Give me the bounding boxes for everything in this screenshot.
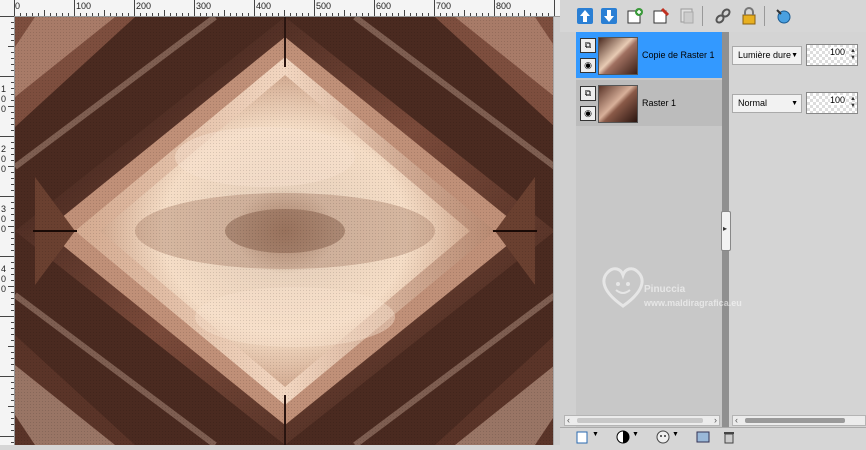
dropdown-arrow-icon[interactable]: ▼ — [592, 431, 599, 438]
ruler-label: 0 — [15, 1, 21, 11]
ruler-label: 100 — [76, 1, 92, 11]
scroll-thumb[interactable] — [577, 418, 703, 423]
ruler-label: 0 — [1, 164, 7, 174]
toolbar-separator — [702, 6, 703, 26]
lock-icon[interactable] — [740, 7, 758, 25]
layer-thumbnail — [598, 37, 638, 75]
layer-row-copie-de-raster-1[interactable]: ⧉ ◉ Copie de Raster 1 — [576, 32, 722, 78]
dropdown-arrow-icon: ▼ — [791, 100, 798, 107]
scroll-left-icon[interactable]: ‹ — [567, 415, 570, 425]
ruler-left: 1 0 0 2 0 0 3 0 0 4 0 0 — [0, 16, 15, 445]
layer-down-icon[interactable] — [600, 7, 618, 25]
opacity-value: 100 — [829, 47, 845, 57]
group-layer-icon[interactable] — [696, 430, 710, 444]
layers-toolbar — [560, 0, 866, 32]
trash-icon[interactable] — [722, 430, 736, 444]
blend-mode-value: Normal — [738, 98, 768, 108]
collapse-arrow-icon: ▸ — [723, 224, 728, 233]
layer-thumbnail — [598, 85, 638, 123]
ruler-label: 200 — [136, 1, 152, 11]
blend-mode-value: Lumière dure — [738, 50, 792, 60]
watermark: Pinuccia www.maldiragrafica.eu — [598, 262, 778, 322]
ruler-label: 500 — [316, 1, 332, 11]
layer-up-icon[interactable] — [576, 7, 594, 25]
ruler-label: 2 — [1, 144, 7, 154]
dropdown-arrow-icon[interactable]: ▼ — [672, 431, 679, 438]
ruler-top-ticks — [14, 0, 561, 16]
new-layer-icon[interactable] — [626, 7, 644, 25]
opacity-field-layer-2[interactable]: 100 ▲ ▼ — [806, 92, 858, 114]
layers-bottom-bar: ▼ ▼ ▼ — [560, 427, 866, 446]
ruler-label: 0 — [1, 214, 7, 224]
duplicate-layer-icon[interactable] — [678, 7, 696, 25]
ruler-label: 300 — [196, 1, 212, 11]
opacity-field-layer-1[interactable]: 100 ▲ ▼ — [806, 44, 858, 66]
opacity-value: 100 — [829, 95, 845, 105]
ruler-label: 600 — [376, 1, 392, 11]
ruler-label: 0 — [1, 104, 7, 114]
artwork-image — [13, 14, 557, 448]
spinner-icon[interactable]: ▲ ▼ — [850, 48, 856, 62]
toolbar-separator — [764, 6, 765, 26]
panel-divider-handle[interactable]: ▸ — [721, 211, 731, 251]
watermark-url: www.maldiragrafica.eu — [644, 298, 742, 308]
scroll-thumb[interactable] — [745, 418, 845, 423]
ruler-label: 0 — [1, 284, 7, 294]
properties-horizontal-scrollbar[interactable]: ‹ — [732, 415, 866, 426]
scroll-right-icon[interactable]: › — [714, 415, 717, 425]
ruler-label: 1 — [1, 84, 7, 94]
layer-group-icon[interactable]: ⧉ — [580, 86, 596, 101]
layer-group-icon[interactable]: ⧉ — [580, 38, 596, 53]
ruler-corner — [0, 0, 15, 17]
link-icon[interactable] — [714, 7, 732, 25]
blend-mode-select-layer-2[interactable]: Normal ▼ — [732, 94, 802, 113]
layer-name: Raster 1 — [642, 98, 677, 108]
refresh-icon[interactable] — [774, 7, 792, 25]
layers-left-strip — [560, 32, 576, 427]
scroll-left-icon[interactable]: ‹ — [735, 415, 738, 425]
delete-layer-icon[interactable] — [652, 7, 670, 25]
ruler-label: 3 — [1, 204, 7, 214]
dropdown-arrow-icon[interactable]: ▼ — [632, 431, 639, 438]
ruler-top: 0 100 200 300 400 500 600 700 800 — [14, 0, 561, 17]
heart-logo-icon — [602, 267, 644, 308]
ruler-label: 4 — [1, 264, 7, 274]
ruler-label: 0 — [1, 154, 7, 164]
adjustment-layer-icon[interactable] — [656, 430, 670, 444]
new-raster-layer-icon[interactable] — [576, 430, 590, 444]
ruler-label: 400 — [256, 1, 272, 11]
mask-layer-icon[interactable] — [616, 430, 630, 444]
ruler-label: 700 — [436, 1, 452, 11]
watermark-name: Pinuccia — [644, 284, 686, 295]
ruler-label: 800 — [496, 1, 512, 11]
dropdown-arrow-icon: ▼ — [791, 52, 798, 59]
visibility-eye-icon[interactable]: ◉ — [580, 58, 596, 73]
blend-mode-select-layer-1[interactable]: Lumière dure ▼ — [732, 46, 802, 65]
ruler-label: 0 — [1, 224, 7, 234]
ruler-label: 0 — [1, 274, 7, 284]
spinner-icon[interactable]: ▲ ▼ — [850, 96, 856, 110]
layer-name: Copie de Raster 1 — [642, 50, 715, 60]
image-canvas[interactable] — [13, 14, 557, 448]
ruler-label: 0 — [1, 94, 7, 104]
visibility-eye-icon[interactable]: ◉ — [580, 106, 596, 121]
layer-row-raster-1[interactable]: ⧉ ◉ Raster 1 — [576, 80, 722, 126]
layer-list-horizontal-scrollbar[interactable]: ‹ › — [564, 415, 720, 426]
